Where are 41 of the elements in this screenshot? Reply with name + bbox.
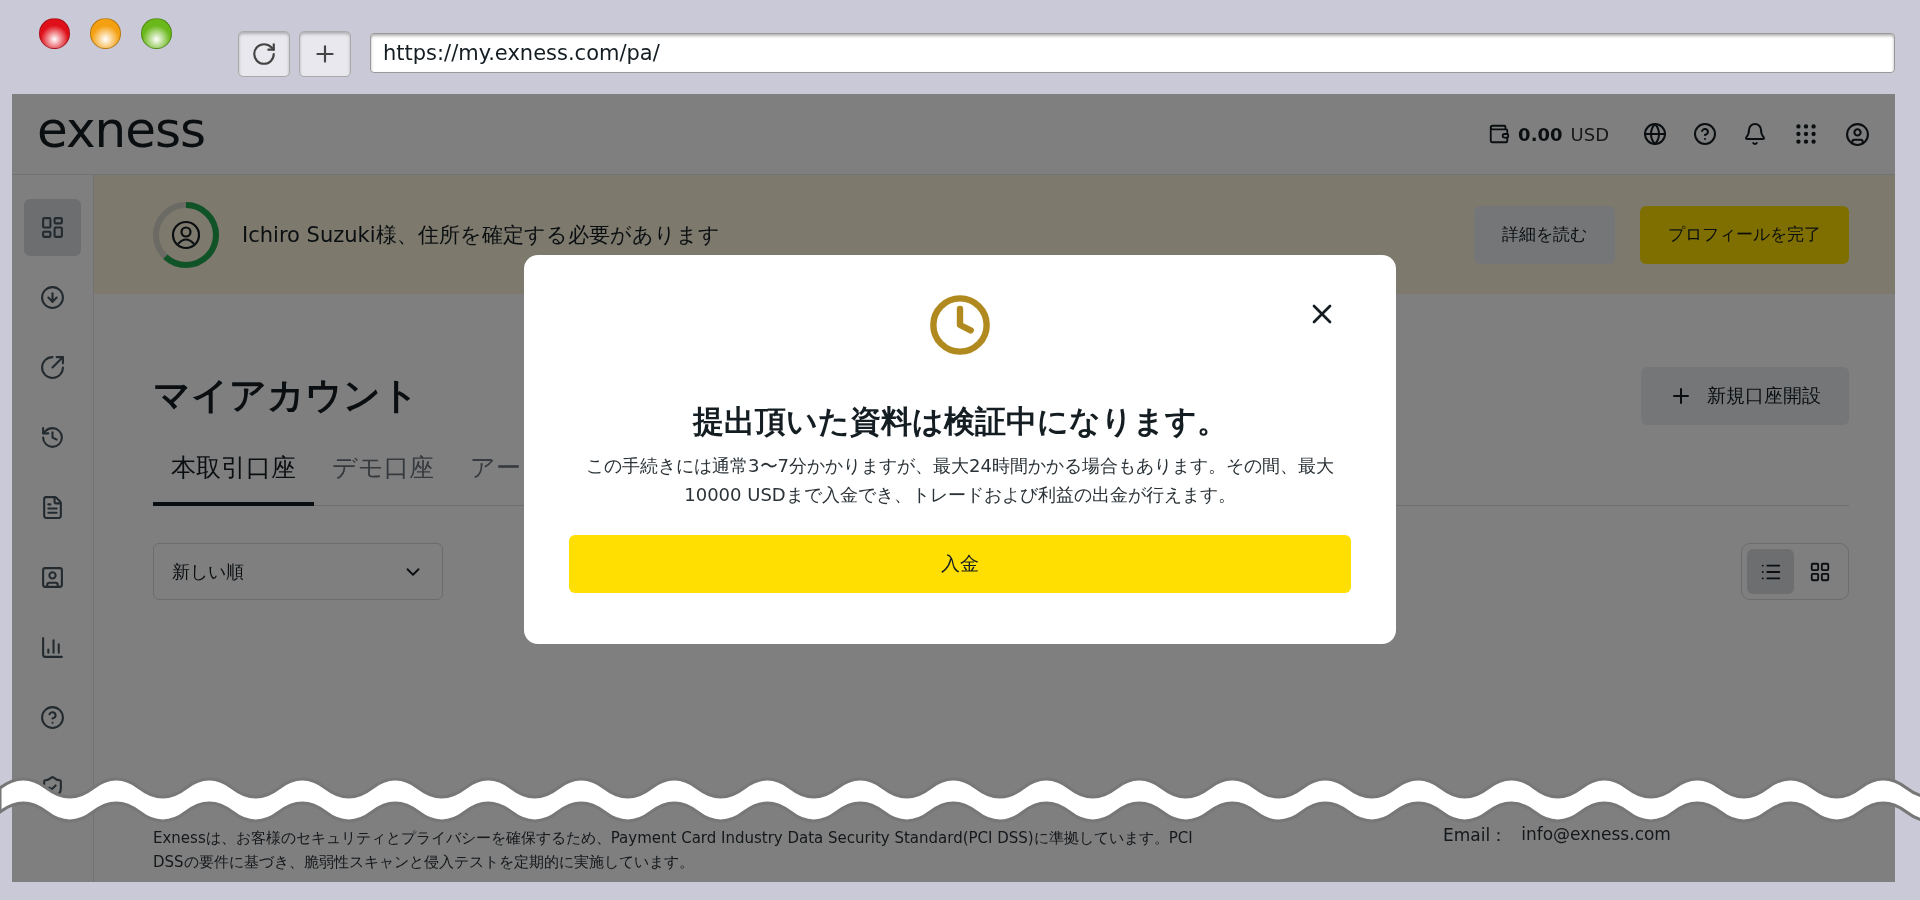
dialog-message: この手続きには通常3〜7分かかりますが、最大24時間かかる場合もあります。その間、最大10000 USDまで入金でき、トレードおよび利益の出金が行えます。 <box>585 454 1335 507</box>
grid-icon <box>1808 560 1831 583</box>
banner-message: Ichiro Suzuki様、住所を確定する必要があります <box>242 221 720 249</box>
arrow-out-icon <box>40 355 65 380</box>
address-field[interactable]: https://my.exness.com/pa/ <box>370 33 1895 73</box>
balance-currency: USD <box>1570 123 1609 145</box>
logo[interactable]: exness <box>37 101 206 159</box>
account-tab[interactable]: デモ口座 <box>314 441 452 506</box>
account-tab[interactable]: 本取引口座 <box>153 441 314 506</box>
help-icon[interactable] <box>1693 122 1717 146</box>
apps-grid-icon[interactable] <box>1793 121 1819 147</box>
reload-button[interactable] <box>238 31 290 77</box>
deposit-button[interactable]: 入金 <box>569 535 1351 593</box>
page-title: マイアカウント <box>153 373 419 419</box>
user-icon[interactable] <box>1845 121 1870 147</box>
sort-dropdown[interactable]: 新しい順 <box>153 543 443 600</box>
bell-icon[interactable] <box>1743 122 1767 146</box>
balance-amount: 0.00 <box>1518 123 1563 145</box>
help-icon <box>40 705 65 730</box>
download-icon <box>40 285 65 310</box>
minimize-window-button[interactable] <box>90 18 121 49</box>
reload-icon <box>251 41 277 67</box>
security-notice: Exnessは、お客様のセキュリティとプライバシーを確保するため、Payment Card Industry Data Security Standard(PCI DSS)に準拠しています。PCI DSSの要件に基づき、脆弱性スキャンと侵入テストを定期的に実施しています。 <box>153 828 1194 873</box>
dialog-title: 提出頂いた資料は検証中になります。 <box>692 402 1228 441</box>
maximize-window-button[interactable] <box>141 18 172 49</box>
wallet-icon <box>1488 123 1511 145</box>
new-account-button[interactable]: 新規口座開設 <box>1641 367 1849 425</box>
clock-icon <box>928 293 992 357</box>
new-tab-button[interactable] <box>299 31 351 77</box>
bar-chart-icon <box>40 635 65 660</box>
complete-profile-button[interactable]: プロフィールを完了 <box>1640 205 1849 264</box>
close-window-button[interactable] <box>39 18 70 49</box>
email-label: Email： <box>1443 824 1508 847</box>
email-address: info@exness.com <box>1521 824 1671 846</box>
globe-icon[interactable] <box>1643 122 1667 146</box>
history-icon <box>40 425 65 450</box>
read-more-button[interactable]: 詳細を読む <box>1474 205 1615 264</box>
list-view-button[interactable] <box>1747 549 1794 594</box>
dashboard-icon <box>40 215 65 240</box>
user-card-icon <box>40 565 65 590</box>
document-icon <box>40 495 65 520</box>
